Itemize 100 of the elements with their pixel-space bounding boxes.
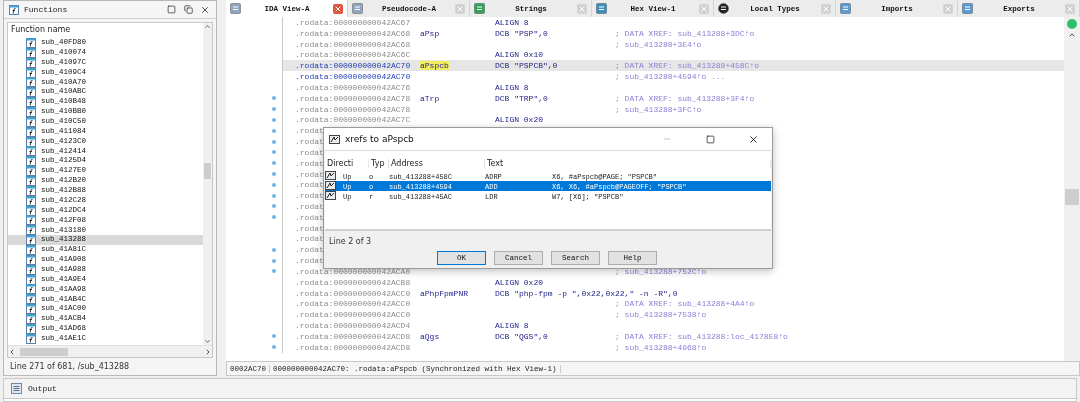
line-address: .rodat [295,137,324,146]
column-header: Function name [10,24,72,36]
line-instruction: DCB "PSP",0 [495,28,548,38]
line-address: .rodata:000000000042AC70 [295,72,412,82]
function-icon [26,67,36,78]
line-comment: ; sub_413288+3FC↑o [615,104,702,114]
tab-icon [474,3,485,14]
line-address: .rodata:000000000042ACC0 [295,299,412,309]
line-address: .rodata:000000000042AC67 [295,17,412,27]
function-icon [26,195,36,206]
scroll-up-icon[interactable] [204,23,211,30]
line-address: .rodata:000000000042AC68 [295,28,412,38]
line-instruction: DCB "TRP",0 [495,93,548,103]
line-address: .rodata:000000000042ACD8 [295,331,412,341]
function-icon [26,156,36,167]
function-icon [26,274,36,285]
line-address: .rodata:000000000042ACC0 [295,288,412,298]
line-label: aPsp [420,28,440,38]
scroll-left-icon[interactable] [8,347,16,356]
line-comment: ; DATA XREF: sub_413288+458C↑o [615,61,760,71]
line-instruction: DCB "php-fpm -p ",0x22,0x22," -n -R",0 [495,288,678,298]
line-comment: ; DATA XREF: sub_413288+4A4↑o [615,299,755,309]
line-address: .rodat [295,212,324,222]
line-comment: ; sub_413288+4968↑o [615,342,707,352]
line-instruction: ALIGN 8 [495,17,529,27]
column-header[interactable]: Typ [369,158,389,168]
function-icon [26,264,36,275]
line-comment: ; sub_413288+3E4↑o [615,39,702,49]
line-address: .rodat [295,202,324,211]
scroll-up-icon[interactable] [1068,31,1076,39]
column-header[interactable]: Address [389,158,485,168]
line-address: .rodat [295,256,324,266]
function-icon [26,175,36,186]
line-address: .rodat [295,147,324,157]
line-instruction: DCB "QGS",0 [495,331,548,341]
line-label: aTrp [420,93,440,103]
scroll-thumb[interactable] [204,163,211,179]
dialog-status: Line 2 of 3 [328,235,373,248]
function-icon [26,77,36,88]
line-address: .rodat [295,245,324,255]
function-icon [26,136,36,147]
line-comment: ; sub_413288+7538↑o [615,310,707,320]
line-label: aQgs [420,331,440,341]
function-icon [26,323,36,334]
line-instruction: ALIGN 0x10 [495,50,543,60]
function-icon [26,215,36,226]
function-icon [26,294,36,305]
scroll-right-icon[interactable] [204,347,212,356]
maximize-icon[interactable] [165,3,177,16]
scroll-thumb[interactable] [20,348,68,356]
function-icon [26,245,36,255]
line-address: .rodat [295,126,324,136]
function-icon [26,166,36,177]
function-icon [26,126,36,137]
function-icon [26,57,36,68]
function-icon [26,185,36,196]
function-icon [26,205,36,216]
line-instruction: ALIGN 8 [495,321,529,331]
line-address: .rodat [295,158,324,168]
xref-icon [329,134,340,144]
line-comment: ; DATA XREF: sub_413288+3DC↑o [615,28,755,38]
line-address: .rodat [295,223,324,233]
line-address: .rodata:000000000042AC78 [295,93,412,103]
pane-title: Output [28,384,57,393]
close-icon[interactable] [333,3,343,14]
line-address: .rodata:000000000042ACB8 [295,277,412,287]
column-header[interactable]: Text [485,158,771,168]
line-address: .rodata:000000000042AC76 [295,82,412,92]
function-icon [26,47,36,58]
column-header[interactable]: Directi [325,158,369,168]
function-icon [26,106,36,117]
dialog-title: xrefs to aPspcb [345,134,415,144]
function-icon [26,333,36,344]
horizontal-scrollbar[interactable] [8,345,212,357]
output-icon [11,383,22,394]
line-address: .rodata:000000000042AC7C [295,115,412,125]
line-address: .rodata:000000000042AC68 [295,39,412,49]
tab-icon [230,3,241,14]
scroll-down-icon[interactable] [204,338,211,345]
line-address: .rodat [295,169,324,179]
line-address: .rodata:000000000042AC78 [295,104,412,114]
line-instruction: DCB "PSPCB",0 [495,61,558,71]
function-icon [26,284,36,295]
function-icon [26,225,36,236]
line-address: .rodata:000000000042AC70 [295,61,412,71]
line-address: .rodata:000000000042AC6C [295,50,412,60]
line-comment: ; sub_413288+4594↑o ... [615,72,726,82]
function-icon [26,37,36,48]
line-comment: ; DATA XREF: sub_413288:loc_4178E8↑o [615,331,788,341]
tab-icon [352,3,363,14]
tab-icon [840,3,851,14]
vertical-scrollbar[interactable] [1064,17,1080,361]
restore-icon[interactable] [182,3,194,16]
function-icon [9,4,19,15]
tab-icon [596,3,607,14]
function-icon [26,314,36,324]
vertical-scrollbar[interactable] [203,23,212,345]
tab-icon [962,3,973,14]
line-address: .rodata:000000000042ACC0 [295,310,412,320]
scroll-thumb[interactable] [1065,189,1079,205]
